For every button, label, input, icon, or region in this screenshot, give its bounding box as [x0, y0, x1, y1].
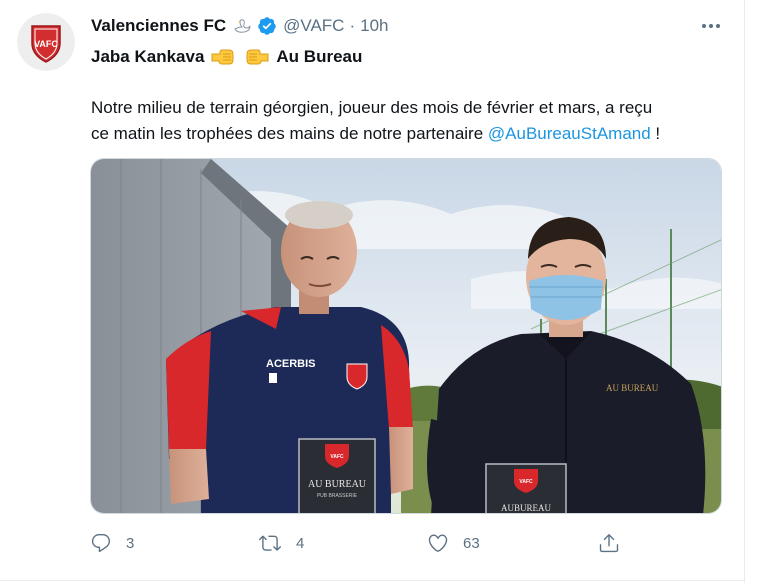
trophy1-sub-text: PUB BRASSERIE	[317, 493, 358, 499]
jersey-sponsor-text: ACERBIS	[266, 358, 316, 370]
share-icon	[598, 532, 620, 554]
reply-icon	[90, 532, 112, 554]
like-icon	[427, 532, 449, 554]
tweet-body: Notre milieu de terrain géorgien, joueur…	[91, 95, 731, 147]
like-button[interactable]: 63	[427, 530, 480, 556]
tweet-body-line-2: ce matin les trophées des mains de notre…	[91, 121, 731, 147]
trophy2-brand-text: AUBUREAU	[501, 503, 552, 513]
trophy1-crest-text: VAFC	[330, 454, 344, 460]
retweet-icon	[258, 532, 282, 554]
avatar[interactable]: VAFC	[17, 13, 75, 71]
fist-bump-right-icon	[246, 49, 270, 65]
fist-bump-left-icon	[210, 49, 234, 65]
retweet-count: 4	[296, 534, 305, 552]
swan-icon	[231, 17, 253, 35]
tweet-actions: 3 4 63	[90, 530, 730, 556]
tweet-divider	[0, 580, 745, 581]
retweet-button[interactable]: 4	[258, 530, 304, 556]
author-name[interactable]: Valenciennes FC	[91, 16, 226, 36]
share-button[interactable]	[598, 530, 620, 556]
tweet-body-suffix: !	[650, 124, 661, 143]
like-count: 63	[463, 534, 480, 552]
tweet-body-line-1: Notre milieu de terrain géorgien, joueur…	[91, 98, 653, 117]
reply-button[interactable]: 3	[90, 530, 134, 556]
avatar-crest-text: VAFC	[34, 39, 58, 49]
trophy1-brand-text: AU BUREAU	[308, 479, 367, 490]
trophy2-crest-text: VAFC	[519, 479, 533, 485]
reply-count: 3	[126, 534, 135, 552]
subline-player-name: Jaba Kankava	[91, 47, 205, 66]
subline-partner-name: Au Bureau	[276, 47, 363, 66]
tweet-header: Valenciennes FC @VAFC · 10h	[91, 14, 389, 38]
timeline-border-right	[744, 0, 745, 583]
verified-badge-icon	[257, 16, 277, 36]
tweet-subline: Jaba Kankava Au Bureau	[91, 46, 362, 68]
tweet-body-line-2-text: ce matin les trophées des mains de notre…	[91, 124, 488, 143]
timestamp[interactable]: 10h	[360, 16, 388, 36]
separator-dot: ·	[349, 16, 356, 35]
author-handle[interactable]: @VAFC	[283, 16, 344, 36]
more-icon[interactable]	[698, 16, 724, 36]
tweet-photo[interactable]: ACERBIS VAFC AU BUREAU PUB BRASSERIE AU …	[90, 158, 722, 514]
shirt-logo-text: AU BUREAU	[606, 383, 659, 393]
mention-link[interactable]: @AuBureauStAmand	[488, 124, 651, 143]
